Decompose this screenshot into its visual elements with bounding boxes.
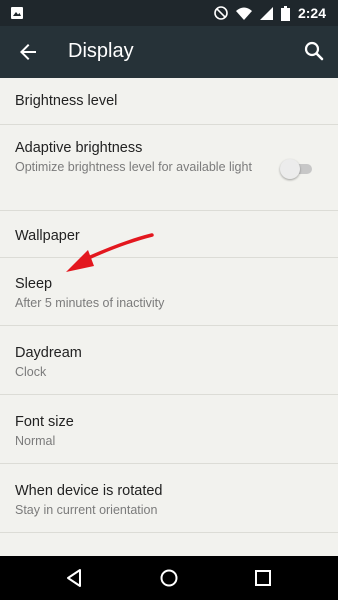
setting-brightness-level[interactable]: Brightness level xyxy=(0,78,338,125)
battery-icon xyxy=(280,5,290,21)
settings-list: Brightness level Adaptive brightness Opt… xyxy=(0,78,338,556)
arrow-back-icon[interactable] xyxy=(16,40,40,64)
setting-title: Adaptive brightness xyxy=(15,140,143,156)
image-notification-icon xyxy=(11,7,23,19)
setting-wallpaper[interactable]: Wallpaper xyxy=(0,211,338,258)
setting-subtitle: After 5 minutes of inactivity xyxy=(15,296,165,310)
setting-adaptive-brightness[interactable]: Adaptive brightness Optimize brightness … xyxy=(0,125,338,211)
setting-title: Sleep xyxy=(15,276,53,292)
app-bar: Display xyxy=(0,26,338,78)
setting-subtitle: Clock xyxy=(15,365,47,379)
setting-subtitle: Optimize brightness level for available … xyxy=(15,160,252,174)
nav-recents-icon[interactable] xyxy=(251,566,275,590)
toggle-thumb xyxy=(280,159,300,179)
setting-subtitle: Stay in current orientation xyxy=(15,503,158,517)
do-not-disturb-icon xyxy=(214,6,228,20)
setting-title: Daydream xyxy=(15,345,82,361)
search-icon[interactable] xyxy=(302,39,326,63)
status-time: 2:24 xyxy=(297,5,326,21)
setting-font-size[interactable]: Font size Normal xyxy=(0,395,338,464)
setting-sleep[interactable]: Sleep After 5 minutes of inactivity xyxy=(0,258,338,326)
setting-title: Brightness level xyxy=(15,93,118,109)
signal-icon xyxy=(259,6,273,20)
setting-subtitle: Normal xyxy=(15,434,56,448)
setting-title: When device is rotated xyxy=(15,483,163,499)
adaptive-brightness-toggle[interactable] xyxy=(280,157,314,179)
setting-title: Font size xyxy=(15,414,74,430)
wifi-icon xyxy=(235,7,252,20)
setting-device-rotation[interactable]: When device is rotated Stay in current o… xyxy=(0,464,338,533)
navigation-bar xyxy=(0,556,338,600)
page-title: Display xyxy=(68,40,134,62)
status-bar: 2:24 xyxy=(0,0,338,26)
nav-back-icon[interactable] xyxy=(62,566,86,590)
nav-home-icon[interactable] xyxy=(157,566,181,590)
setting-title: Wallpaper xyxy=(15,228,80,244)
setting-daydream[interactable]: Daydream Clock xyxy=(0,326,338,395)
